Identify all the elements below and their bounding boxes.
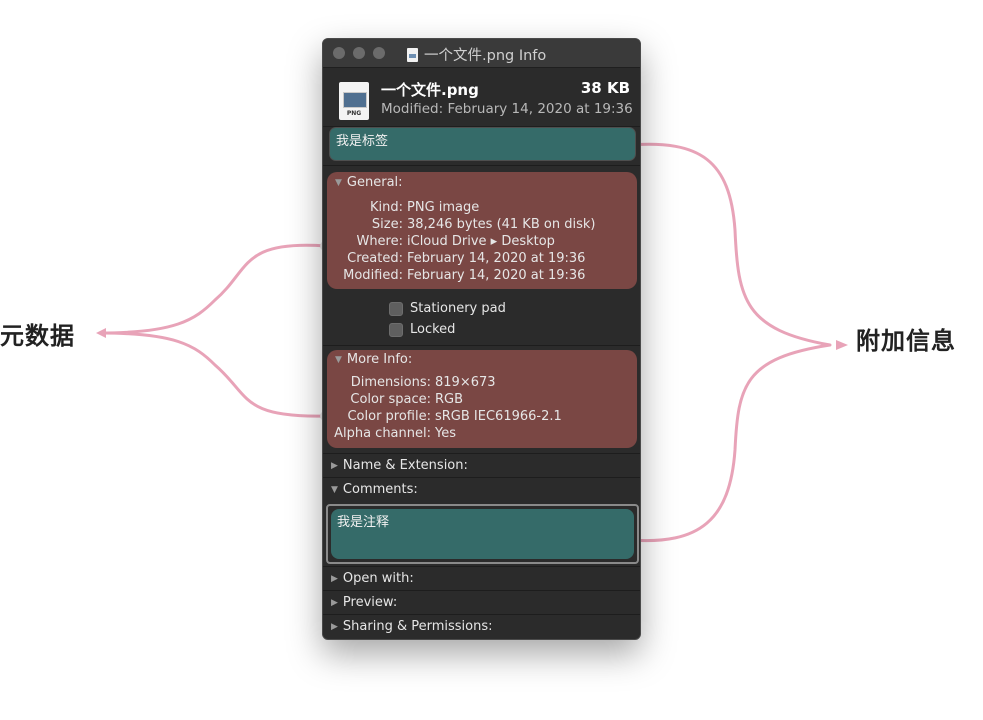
- open-with-disclosure[interactable]: ▶ Open with:: [331, 571, 414, 586]
- stationery-pad-checkbox[interactable]: Stationery pad: [389, 301, 506, 316]
- more-info-disclosure[interactable]: ▼ More Info:: [335, 352, 412, 367]
- general-disclosure[interactable]: ▼ General:: [335, 175, 403, 190]
- sharing-disclosure[interactable]: ▶ Sharing & Permissions:: [331, 619, 493, 634]
- comments-row[interactable]: ▼ Comments:: [323, 477, 640, 502]
- name-extension-disclosure[interactable]: ▶ Name & Extension:: [331, 458, 468, 473]
- general-section: ▼ General: Kind: PNG image Size: 38,246 b…: [327, 172, 637, 289]
- sharing-row[interactable]: ▶ Sharing & Permissions:: [323, 614, 640, 639]
- zoom-button[interactable]: [373, 47, 385, 59]
- preview-row[interactable]: ▶ Preview:: [323, 590, 640, 615]
- tag-value: 我是标签: [336, 134, 389, 149]
- extra-info-label: 附加信息: [856, 327, 956, 355]
- disclosure-open-icon: ▼: [335, 178, 342, 188]
- png-file-icon: PNG: [339, 82, 369, 120]
- close-button[interactable]: [333, 47, 345, 59]
- preview-disclosure[interactable]: ▶ Preview:: [331, 595, 397, 610]
- disclosure-closed-icon: ▶: [331, 574, 338, 584]
- locked-checkbox[interactable]: Locked: [389, 322, 455, 337]
- disclosure-open-icon: ▼: [335, 355, 342, 365]
- file-header: PNG 一个文件.png 38 KB Modified: February 14…: [323, 68, 640, 127]
- disclosure-open-icon: ▼: [331, 485, 338, 495]
- disclosure-closed-icon: ▶: [331, 622, 338, 632]
- comments-textarea[interactable]: 我是注释: [331, 509, 634, 559]
- name-extension-row[interactable]: ▶ Name & Extension:: [323, 453, 640, 478]
- checkbox-box[interactable]: [389, 322, 403, 337]
- window-title: 一个文件.png Info: [424, 48, 547, 64]
- info-window: 一个文件.png Info PNG 一个文件.png 38 KB Modifie…: [322, 38, 641, 640]
- open-with-row[interactable]: ▶ Open with:: [323, 566, 640, 591]
- right-bracket: [628, 142, 832, 543]
- document-icon: [407, 47, 418, 62]
- left-arrowhead: [96, 328, 106, 338]
- comments-field[interactable]: 我是注释: [326, 504, 639, 564]
- minimize-button[interactable]: [353, 47, 365, 59]
- file-size: 38 KB: [580, 79, 630, 97]
- file-name: 一个文件.png: [381, 81, 479, 99]
- disclosure-closed-icon: ▶: [331, 461, 338, 471]
- comments-disclosure[interactable]: ▼ Comments:: [331, 482, 418, 497]
- right-arrowhead: [836, 340, 848, 350]
- tags-field[interactable]: 我是标签: [329, 127, 636, 161]
- metadata-label: 元数据: [0, 322, 75, 350]
- window-title-group: 一个文件.png Info: [407, 44, 546, 65]
- disclosure-closed-icon: ▶: [331, 598, 338, 608]
- comments-value: 我是注释: [337, 515, 390, 530]
- file-modified: Modified: February 14, 2020 at 19:36: [381, 101, 633, 117]
- checkbox-box[interactable]: [389, 301, 403, 316]
- title-bar[interactable]: 一个文件.png Info: [323, 39, 640, 68]
- left-bracket: [98, 243, 328, 418]
- more-info-section: ▼ More Info: Dimensions: 819×673 Color sp…: [327, 350, 637, 448]
